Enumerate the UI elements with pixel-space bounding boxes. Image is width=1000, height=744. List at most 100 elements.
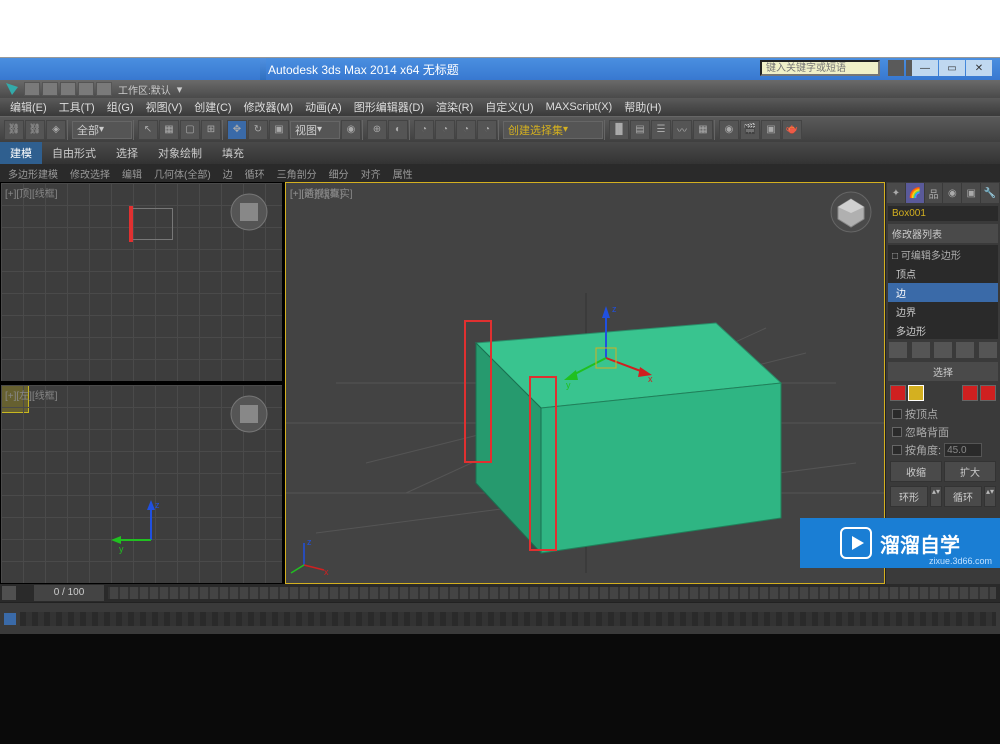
spinner-icon[interactable]: ◔ xyxy=(477,120,497,140)
hierarchy-tab-icon[interactable]: 品 xyxy=(925,183,943,203)
menu-tools[interactable]: 工具(T) xyxy=(53,97,101,117)
link-icon[interactable]: ⛓ xyxy=(4,120,24,140)
rsub-subdiv[interactable]: 细分 xyxy=(323,164,355,183)
render-setup-icon[interactable]: 🎬 xyxy=(740,120,760,140)
utility-tab-icon[interactable]: 🔧 xyxy=(981,183,999,203)
time-handle-icon[interactable] xyxy=(2,586,16,600)
ribbon-fill[interactable]: 填充 xyxy=(212,142,254,164)
modifier-stack[interactable]: □ 可编辑多边形 顶点 边 边界 多边形 元素 xyxy=(888,245,998,339)
minimize-button[interactable]: — xyxy=(912,60,938,76)
snap-pct-icon[interactable]: ◔ xyxy=(456,120,476,140)
menu-anim[interactable]: 动画(A) xyxy=(299,97,348,117)
viewcube-top[interactable] xyxy=(228,191,270,233)
viewcube-left[interactable] xyxy=(228,393,270,435)
undo-icon[interactable] xyxy=(78,82,94,96)
mod-poly[interactable]: 多边形 xyxy=(888,321,998,339)
object-name-field[interactable]: Box001 xyxy=(888,206,998,221)
unique-icon[interactable] xyxy=(934,342,952,358)
gizmo-left[interactable]: z y xyxy=(121,500,201,580)
mod-border[interactable]: 边界 xyxy=(888,302,998,321)
menu-script[interactable]: MAXScript(X) xyxy=(540,99,619,115)
menu-group[interactable]: 组(G) xyxy=(101,97,140,117)
motion-tab-icon[interactable]: ◉ xyxy=(943,183,961,203)
selection-rollout[interactable]: 选择 xyxy=(888,362,998,381)
menu-edit[interactable]: 编辑(E) xyxy=(4,97,53,117)
pivot-icon[interactable]: ◉ xyxy=(341,120,361,140)
viewport-left[interactable]: [+][左][线框] z y xyxy=(0,384,283,584)
rsub-loop[interactable]: 循环 xyxy=(239,164,271,183)
config-icon[interactable] xyxy=(979,342,997,358)
rsub-attr[interactable]: 属性 xyxy=(387,164,419,183)
shrink-button[interactable]: 收缩 xyxy=(890,461,942,482)
menu-view[interactable]: 视图(V) xyxy=(140,97,189,117)
menu-custom[interactable]: 自定义(U) xyxy=(479,97,539,117)
subobj-vertex-icon[interactable] xyxy=(890,385,906,401)
ribbon-model[interactable]: 建模 xyxy=(0,142,42,164)
mod-vertex[interactable]: 顶点 xyxy=(888,264,998,283)
new-icon[interactable] xyxy=(24,82,40,96)
display-tab-icon[interactable]: ▣ xyxy=(962,183,980,203)
save-icon[interactable] xyxy=(60,82,76,96)
by-angle-check[interactable] xyxy=(892,445,902,455)
bind-icon[interactable]: ◈ xyxy=(46,120,66,140)
snap-icon[interactable]: ◔ xyxy=(414,120,434,140)
align-icon[interactable]: ▤ xyxy=(630,120,650,140)
create-tab-icon[interactable]: ✦ xyxy=(887,183,905,203)
scene-icon[interactable]: ▦ xyxy=(693,120,713,140)
ring-button[interactable]: 环形 xyxy=(890,486,928,507)
rsub-align[interactable]: 对齐 xyxy=(355,164,387,183)
modify-tab-icon[interactable]: 🌈 xyxy=(906,183,924,203)
rsub-tri[interactable]: 三角剖分 xyxy=(271,164,323,183)
viewcube-persp[interactable] xyxy=(830,191,872,233)
select-window-icon[interactable]: ⊞ xyxy=(201,120,221,140)
ribbon-paint[interactable]: 对象绘制 xyxy=(148,142,212,164)
menu-create[interactable]: 创建(C) xyxy=(188,97,237,117)
rsub-edge[interactable]: 边 xyxy=(217,164,239,183)
curve-icon[interactable]: 〰 xyxy=(672,120,692,140)
script-icon[interactable] xyxy=(4,613,16,625)
key-icon[interactable]: ◐ xyxy=(388,120,408,140)
rsub-geom[interactable]: 几何体(全部) xyxy=(148,164,217,183)
ribbon-select[interactable]: 选择 xyxy=(106,142,148,164)
time-slider[interactable]: 0 / 100 xyxy=(0,584,1000,602)
gizmo-persp[interactable]: z x y xyxy=(566,298,666,398)
workspace-label[interactable]: 工作区:默认 xyxy=(114,82,175,97)
viewport-top[interactable]: [+][顶][线框] xyxy=(0,182,283,382)
ribbon-freeform[interactable]: 自由形式 xyxy=(42,142,106,164)
select-icon[interactable]: ↖ xyxy=(138,120,158,140)
remove-icon[interactable] xyxy=(956,342,974,358)
angle-input[interactable] xyxy=(944,443,982,457)
frame-icon[interactable]: ▣ xyxy=(761,120,781,140)
menu-modifier[interactable]: 修改器(M) xyxy=(238,97,300,117)
subobj-poly-icon[interactable] xyxy=(980,385,996,401)
material-icon[interactable]: ◉ xyxy=(719,120,739,140)
rsub-polymodel[interactable]: 多边形建模 xyxy=(2,164,64,183)
open-icon[interactable] xyxy=(42,82,58,96)
show-icon[interactable] xyxy=(912,342,930,358)
rotate-icon[interactable]: ↻ xyxy=(248,120,268,140)
subobj-border-icon[interactable] xyxy=(962,385,978,401)
unlink-icon[interactable]: ⛓ xyxy=(25,120,45,140)
select-rect-icon[interactable]: ▢ xyxy=(180,120,200,140)
time-position[interactable]: 0 / 100 xyxy=(34,585,104,601)
mod-edge[interactable]: 边 xyxy=(888,283,998,302)
rsub-edit[interactable]: 编辑 xyxy=(116,164,148,183)
menu-render[interactable]: 渲染(R) xyxy=(430,97,479,117)
pin-icon[interactable] xyxy=(889,342,907,358)
render-icon[interactable]: 🫖 xyxy=(782,120,802,140)
mirror-icon[interactable]: ▐▌ xyxy=(609,120,629,140)
track-bar[interactable] xyxy=(20,612,996,626)
menu-help[interactable]: 帮助(H) xyxy=(618,97,667,117)
snap-angle-icon[interactable]: ◔ xyxy=(435,120,455,140)
rsub-modsel[interactable]: 修改选择 xyxy=(64,164,116,183)
mod-epoly[interactable]: □ 可编辑多边形 xyxy=(888,245,998,264)
manip-icon[interactable]: ⊕ xyxy=(367,120,387,140)
modifier-list-label[interactable]: 修改器列表 xyxy=(888,224,998,243)
redo-icon[interactable] xyxy=(96,82,112,96)
menu-graph[interactable]: 图形编辑器(D) xyxy=(348,97,430,117)
maximize-button[interactable]: ▭ xyxy=(939,60,965,76)
scale-icon[interactable]: ▣ xyxy=(269,120,289,140)
move-icon[interactable]: ✥ xyxy=(227,120,247,140)
grow-button[interactable]: 扩大 xyxy=(944,461,996,482)
by-vertex-check[interactable] xyxy=(892,409,902,419)
